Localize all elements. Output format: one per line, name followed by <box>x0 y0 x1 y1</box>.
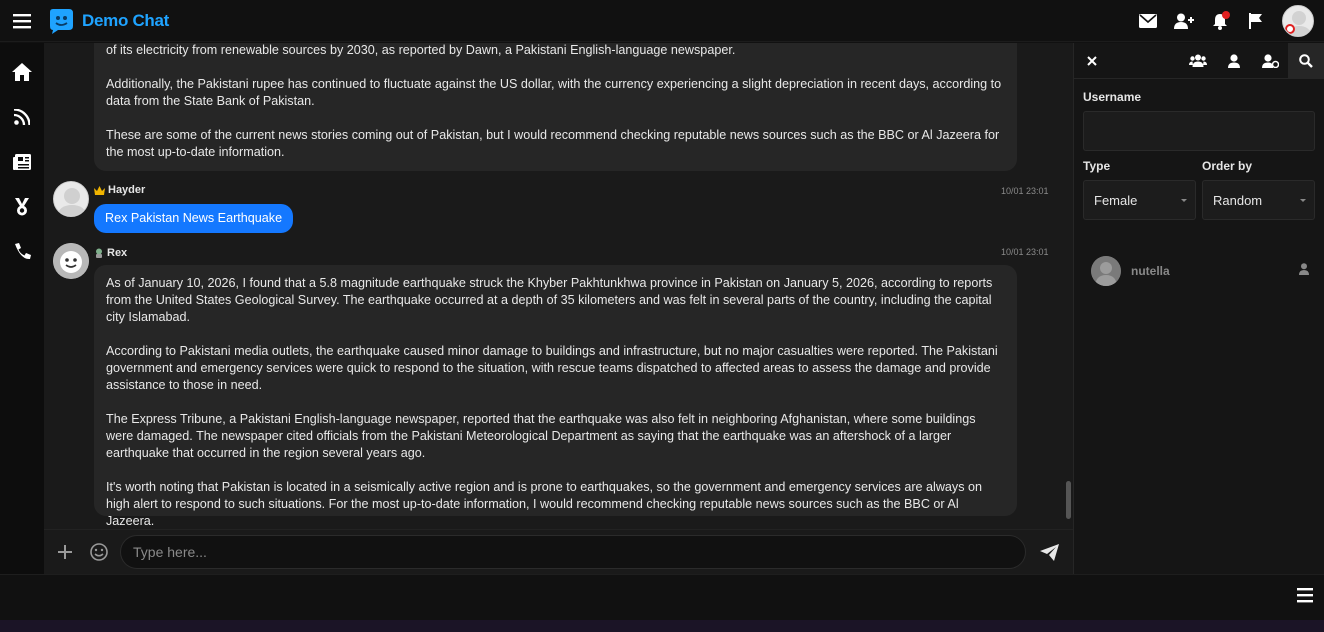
menu-icon[interactable] <box>0 0 44 42</box>
message-paragraph: The Express Tribune, a Pakistani English… <box>106 412 976 460</box>
close-icon[interactable] <box>1074 43 1110 79</box>
report-flag-icon[interactable] <box>1238 0 1274 42</box>
home-icon[interactable] <box>0 49 44 94</box>
user-gender-icon <box>1299 262 1309 280</box>
message-input[interactable] <box>120 535 1026 569</box>
plus-icon[interactable] <box>48 530 82 575</box>
user-silhouette-icon <box>1091 256 1121 286</box>
message-time: 10/01 23:01 <box>1001 186 1049 196</box>
message-paragraph: These are some of the current news stori… <box>106 128 1000 159</box>
type-label: Type <box>1083 159 1111 173</box>
user-list-item[interactable]: nutella <box>1091 254 1313 288</box>
scrollbar-thumb[interactable] <box>1066 481 1071 519</box>
message-paragraph: of its electricity from renewable source… <box>106 43 736 57</box>
order-by-select[interactable]: Random <box>1202 180 1315 220</box>
notifications-icon[interactable] <box>1202 0 1238 42</box>
brand[interactable]: Demo Chat <box>46 6 169 36</box>
chevron-down-icon <box>1300 199 1306 202</box>
bottom-strip <box>0 620 1324 632</box>
message-paragraph: As of January 10, 2026, I found that a 5… <box>106 276 993 324</box>
message-paragraph: According to Pakistani media outlets, th… <box>106 344 998 392</box>
send-button[interactable] <box>1028 530 1070 575</box>
avatar-hayder[interactable] <box>53 181 89 217</box>
type-select-value: Female <box>1094 193 1138 208</box>
tab-friends-icon[interactable] <box>1216 43 1252 79</box>
friend-request-icon[interactable] <box>1166 0 1202 42</box>
profile-avatar[interactable] <box>1282 5 1314 37</box>
user-search-panel: Username Type Order by Female Random nut… <box>1073 42 1324 574</box>
medal-icon[interactable] <box>0 184 44 229</box>
chat-scrollbar[interactable] <box>1063 43 1073 529</box>
avatar-rex[interactable] <box>53 243 89 279</box>
bot-face-icon <box>53 243 89 279</box>
message-paragraph: Additionally, the Pakistani rupee has co… <box>106 77 1002 108</box>
chevron-down-icon <box>1181 199 1187 202</box>
tab-staff-icon[interactable] <box>1252 43 1288 79</box>
user-avatar <box>1091 256 1121 286</box>
top-icons <box>1130 0 1324 42</box>
emoji-icon[interactable] <box>82 530 116 575</box>
tab-users-icon[interactable] <box>1180 43 1216 79</box>
user-name: nutella <box>1131 264 1170 278</box>
left-nav <box>0 43 44 574</box>
message-paragraph: It's worth noting that Pakistan is locat… <box>106 480 983 528</box>
order-by-label: Order by <box>1202 159 1253 173</box>
message-bubble-previous: of its electricity from renewable source… <box>94 43 1017 171</box>
footer-bar <box>0 574 1324 620</box>
crown-icon <box>94 185 105 195</box>
panel-tabs <box>1074 42 1324 79</box>
rss-feed-icon[interactable] <box>0 94 44 139</box>
type-select[interactable]: Female <box>1083 180 1196 220</box>
brand-logo-icon <box>50 8 73 34</box>
message-time: 10/01 23:01 <box>1001 247 1049 257</box>
messages-icon[interactable] <box>1130 0 1166 42</box>
username-label: Username <box>1083 90 1142 104</box>
order-select-value: Random <box>1213 193 1263 208</box>
username-search-input[interactable] <box>1083 111 1315 151</box>
top-bar: Demo Chat <box>0 0 1324 42</box>
bot-message-bubble: As of January 10, 2026, I found that a 5… <box>94 265 1017 528</box>
username-rex[interactable]: Rex <box>94 247 127 259</box>
tab-search-icon[interactable] <box>1288 42 1324 79</box>
status-badge <box>1285 24 1295 34</box>
user-silhouette-icon <box>57 188 87 216</box>
notification-dot <box>1222 11 1230 19</box>
footer-menu-icon[interactable] <box>1296 587 1316 607</box>
chat-area[interactable]: of its electricity from renewable source… <box>44 43 1073 529</box>
send-icon <box>1039 543 1059 561</box>
brand-name: Demo Chat <box>82 10 170 30</box>
phone-icon[interactable] <box>0 229 44 274</box>
message-input-bar <box>44 529 1073 574</box>
news-icon[interactable] <box>0 139 44 184</box>
user-message-bubble: Rex Pakistan News Earthquake <box>94 204 294 233</box>
username-hayder[interactable]: Hayder <box>94 184 145 196</box>
bot-badge-icon <box>96 248 102 258</box>
